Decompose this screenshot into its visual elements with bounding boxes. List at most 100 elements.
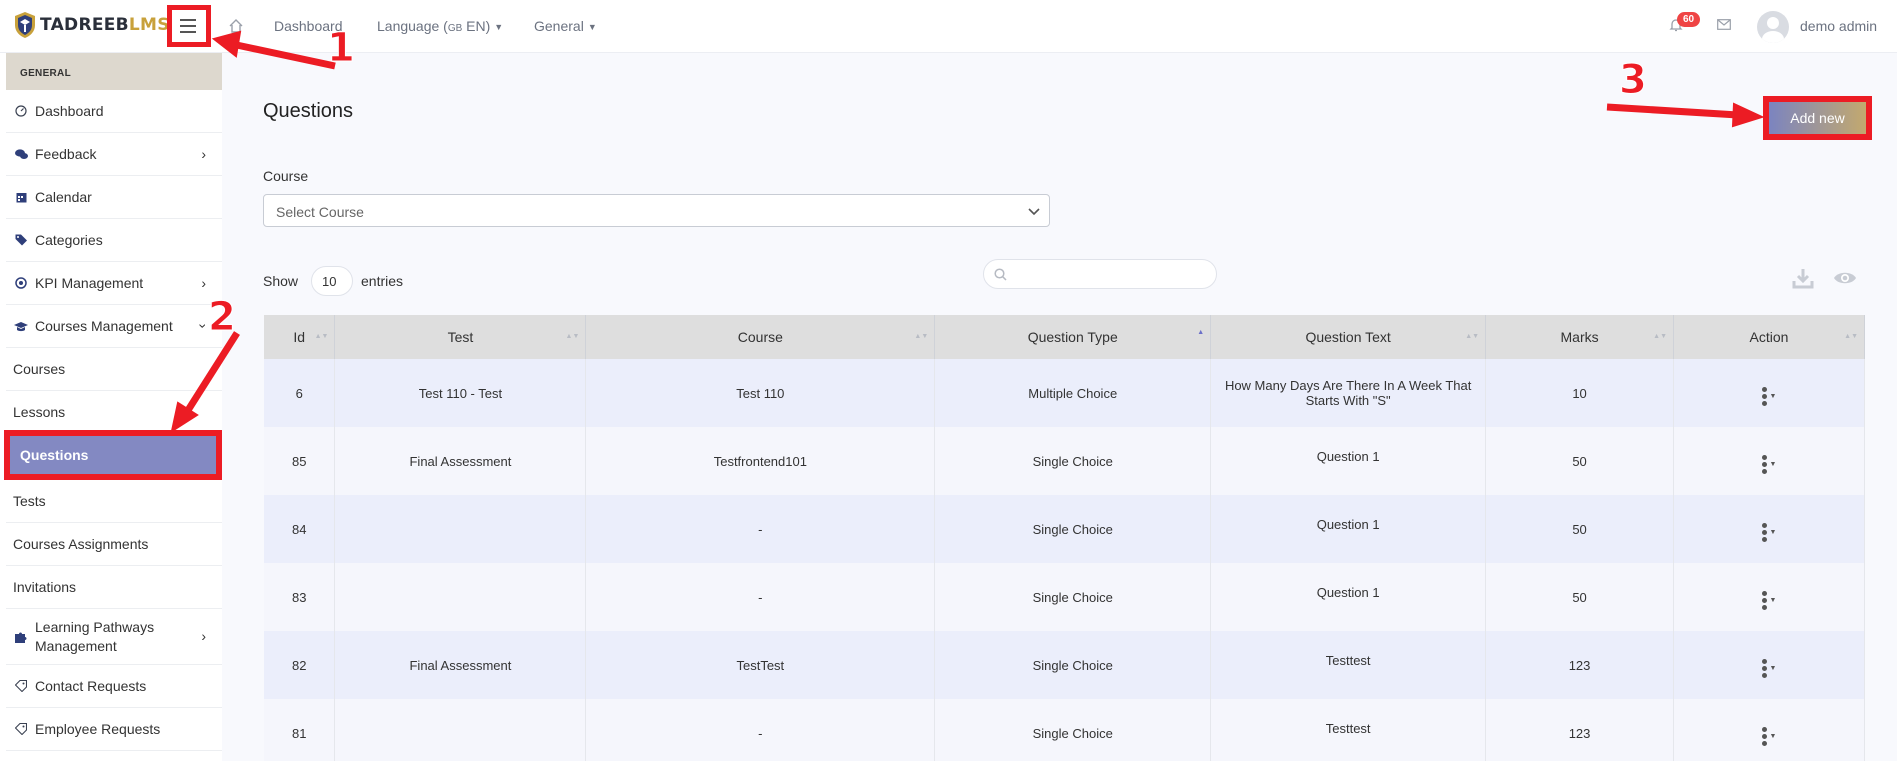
cell-course: TestTest [585,631,936,699]
sidebar-item-learning-pathways[interactable]: Learning Pathways Management › [6,609,222,665]
cell-course: - [585,699,936,761]
cell-marks: 123 [1485,631,1675,699]
column-header-question-type[interactable]: Question Type ▲ [934,315,1212,359]
cell-test: Final Assessment [334,631,587,699]
column-header-question-text[interactable]: Question Text ▲▼ [1210,315,1487,359]
kebab-menu-icon [1761,727,1767,746]
kebab-menu-icon [1761,659,1767,678]
chevron-right-icon: › [201,146,206,162]
graduation-cap-icon [14,319,28,333]
mail-icon[interactable] [1717,19,1731,30]
sort-icon: ▲▼ [914,333,929,340]
sidebar-item-feedback[interactable]: Feedback › [6,133,222,176]
chevron-down-icon: › [195,323,212,329]
sidebar-item-employee-requests[interactable]: Employee Requests [6,708,222,751]
nav-general-dropdown[interactable]: General ▼ [534,18,597,34]
nav-language-dropdown[interactable]: Language (GB EN) ▼ [377,18,503,34]
column-header-action: Action ▲▼ [1673,315,1865,359]
sidebar-item-contact-requests[interactable]: Contact Requests [6,665,222,708]
hamburger-line [180,19,196,21]
logo[interactable]: TADREEBLMS [14,11,170,39]
questions-table: Id ▲▼ Test ▲▼ Course ▲▼ Question Type ▲ Ques… [264,315,1865,761]
menu-toggle-button[interactable] [173,10,203,42]
column-header-test[interactable]: Test ▲▼ [334,315,587,359]
row-actions-menu[interactable]: ▼ [1761,659,1776,678]
row-actions-menu[interactable]: ▼ [1761,523,1777,542]
sidebar-item-courses-management[interactable]: Courses Management › [6,305,222,348]
table-row[interactable]: 84 - Single Choice Question 1 50 ▼ [264,495,1865,563]
cell-id: 82 [264,631,336,699]
comments-icon [14,147,28,161]
shield-logo-icon [15,12,35,38]
download-icon[interactable] [1792,267,1814,289]
cell-marks: 50 [1485,495,1675,563]
column-header-course[interactable]: Course ▲▼ [585,315,936,359]
table-row[interactable]: 85 Final Assessment Testfrontend101 Sing… [264,427,1865,495]
puzzle-icon [14,630,28,644]
chevron-down-icon [1028,208,1040,216]
cell-question-text: Testtest [1210,699,1487,761]
eye-icon[interactable] [1833,269,1857,287]
sidebar-item-categories[interactable]: Categories [6,219,222,262]
entries-select[interactable]: 10 [311,266,353,296]
cell-test [334,699,587,761]
kebab-menu-icon [1761,591,1767,610]
table-row[interactable]: 6 Test 110 - Test Test 110 Multiple Choi… [264,359,1865,427]
cell-marks: 50 [1485,563,1675,631]
course-select[interactable]: Select Course [263,194,1050,227]
row-actions-menu[interactable]: ▼ [1761,591,1776,610]
add-new-highlight: Add new [1763,96,1872,140]
sidebar-item-invitations[interactable]: Invitations [6,566,222,609]
arrow-3-head-icon [1731,102,1765,128]
arrow-3-icon [1606,103,1739,119]
caret-down-icon: ▼ [494,22,504,33]
column-header-id[interactable]: Id ▲▼ [264,315,336,359]
caret-down-icon: ▼ [1769,529,1777,536]
cell-course: Test 110 [585,359,936,427]
cell-question-text: Testtest [1210,631,1487,699]
kebab-menu-icon [1761,523,1767,542]
cell-action: ▼ [1673,631,1865,699]
cell-question-type: Single Choice [934,427,1212,495]
cell-marks: 10 [1485,359,1675,427]
row-actions-menu[interactable]: ▼ [1761,387,1776,406]
sidebar: GENERAL Dashboard Feedback › Calendar Ca… [0,53,222,761]
entries-label: entries [361,273,404,289]
row-actions-menu[interactable]: ▼ [1761,455,1777,474]
sidebar-item-courses[interactable]: Courses [6,348,222,391]
table-row[interactable]: 83 - Single Choice Question 1 50 ▼ [264,563,1865,631]
cell-id: 85 [264,427,336,495]
sort-icon: ▲▼ [1844,333,1858,340]
user-name[interactable]: demo admin [1800,18,1877,34]
sidebar-item-tests[interactable]: Tests [6,480,222,523]
sidebar-item-calendar[interactable]: Calendar [6,176,222,219]
sort-icon: ▲▼ [1653,333,1668,340]
cell-id: 81 [264,699,336,761]
course-label: Course [263,168,309,184]
cell-marks: 123 [1485,699,1675,761]
home-icon[interactable] [228,18,244,34]
kebab-menu-icon [1761,387,1767,406]
caret-down-icon: ▼ [1769,461,1777,468]
sidebar-item-dashboard[interactable]: Dashboard [6,90,222,133]
row-actions-menu[interactable]: ▼ [1761,727,1776,746]
table-row[interactable]: 82 Final Assessment TestTest Single Choi… [264,631,1865,699]
sidebar-item-questions[interactable]: Questions [4,430,222,480]
tag-icon [14,679,28,693]
sidebar-item-kpi-management[interactable]: KPI Management › [6,262,222,305]
add-new-button[interactable]: Add new [1769,102,1866,134]
search-input[interactable] [983,259,1217,289]
user-avatar[interactable] [1757,11,1789,43]
step-number-3: 3 [1619,57,1648,104]
calendar-icon [14,190,28,204]
table-row[interactable]: 81 - Single Choice Testtest 123 ▼ [264,699,1865,761]
kebab-menu-icon [1761,455,1767,474]
tags-icon [14,233,28,247]
cell-question-type: Single Choice [934,563,1212,631]
cell-question-text: How Many Days Are There In A Week That S… [1210,359,1487,427]
column-header-marks[interactable]: Marks ▲▼ [1485,315,1675,359]
sidebar-item-lessons[interactable]: Lessons [6,391,222,434]
nav-dashboard-link[interactable]: Dashboard [274,18,343,34]
cell-test [334,563,587,631]
sidebar-item-courses-assignments[interactable]: Courses Assignments [6,523,222,566]
